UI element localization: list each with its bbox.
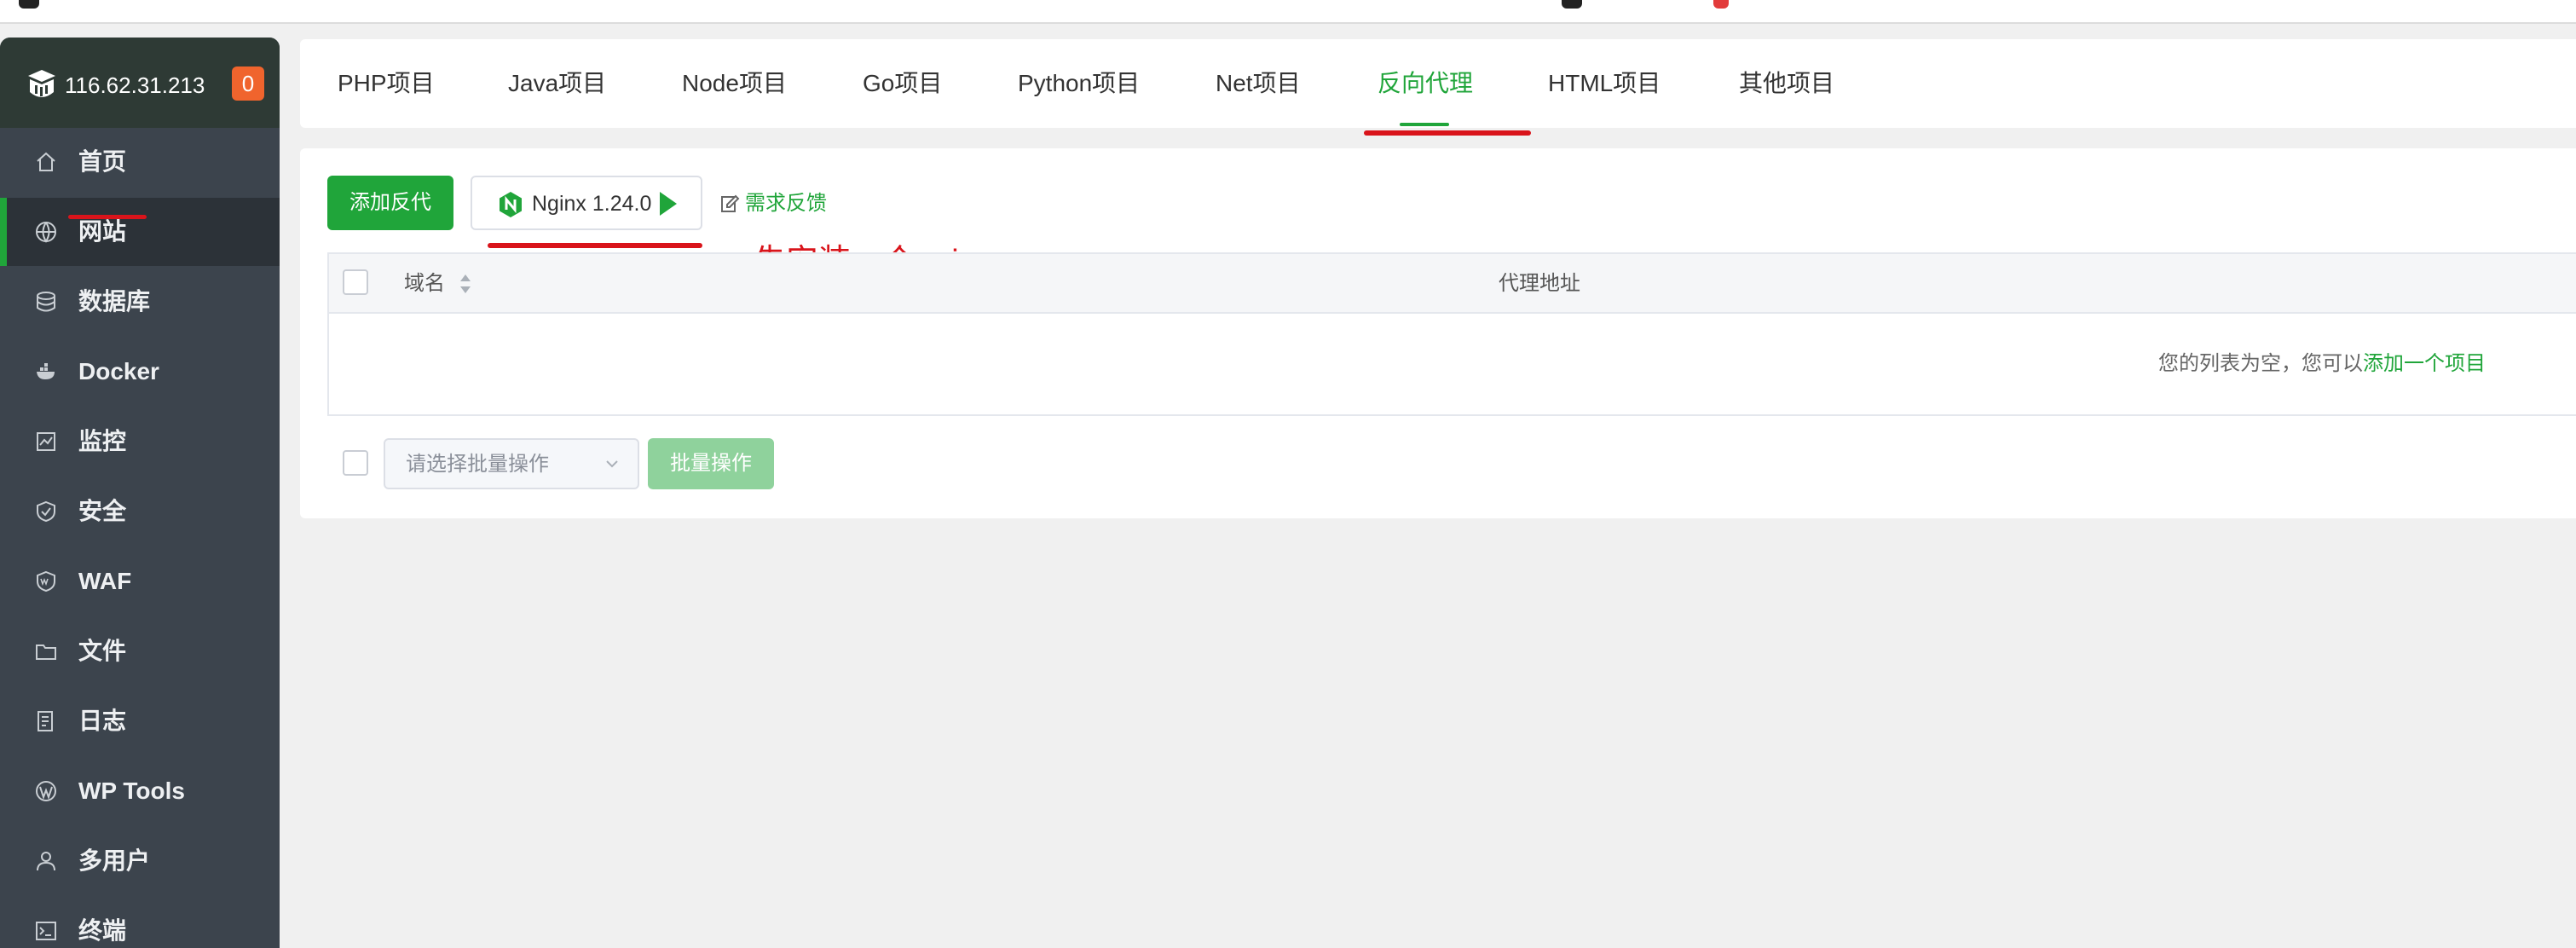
sidebar-item-label: 多用户 xyxy=(78,847,151,874)
sidebar-item-label: 首页 xyxy=(78,148,127,175)
sidebar-item-2[interactable]: 数据库 xyxy=(0,268,280,336)
active-tab-indicator xyxy=(1400,123,1449,126)
docker-icon xyxy=(34,360,58,384)
annotation-underline-reverse-proxy xyxy=(1364,130,1531,136)
sidebar-item-6[interactable]: WAF xyxy=(0,547,280,616)
sidebar-item-7[interactable]: 文件 xyxy=(0,617,280,685)
shield-icon xyxy=(34,500,58,523)
tab-2[interactable]: Node项目 xyxy=(682,66,787,101)
sort-icon[interactable] xyxy=(457,271,474,297)
tab-3[interactable]: Go项目 xyxy=(863,66,942,101)
database-icon xyxy=(34,290,58,314)
monitor-icon xyxy=(34,430,58,454)
tab-6[interactable]: 反向代理 xyxy=(1378,66,1473,101)
nginx-logo-icon xyxy=(500,192,522,217)
sidebar: 116.62.31.213 0 首页网站数据库 Docker 监控安全 WAF 文件日志… xyxy=(0,38,280,948)
sidebar-item-1[interactable]: 网站 xyxy=(0,198,280,266)
sidebar-item-0[interactable]: 首页 xyxy=(0,128,280,196)
chevron-down-icon xyxy=(606,460,618,468)
top-fragment-icon xyxy=(19,0,39,9)
table-header: 域名 代理地址 xyxy=(329,254,2576,314)
sidebar-item-4[interactable]: 监控 xyxy=(0,408,280,476)
batch-operation-button[interactable]: 批量操作 xyxy=(648,438,774,489)
column-header-proxy-address: 代理地址 xyxy=(1499,272,1580,295)
annotation-underline-nginx xyxy=(488,243,702,248)
sidebar-item-label: 文件 xyxy=(78,638,127,664)
add-project-link[interactable]: 添加一个项目 xyxy=(2363,352,2486,375)
column-header-domain[interactable]: 域名 xyxy=(404,269,445,298)
tab-8[interactable]: 其他项目 xyxy=(1739,66,1834,101)
add-reverse-proxy-button[interactable]: 添加反代 xyxy=(327,176,453,230)
log-icon xyxy=(34,709,58,733)
server-ip[interactable]: 116.62.31.213 xyxy=(65,72,205,99)
globe-icon xyxy=(34,220,58,244)
empty-text: 您的列表为空，您可以 xyxy=(2158,352,2363,375)
batch-select-placeholder: 请选择批量操作 xyxy=(406,453,549,476)
sidebar-item-label: 日志 xyxy=(78,708,127,734)
empty-row: 您的列表为空，您可以添加一个项目 xyxy=(329,315,2576,416)
sidebar-header: 116.62.31.213 0 xyxy=(0,38,280,128)
waf-icon xyxy=(34,569,58,593)
sidebar-item-label: WAF xyxy=(78,568,132,594)
sidebar-item-label: 监控 xyxy=(78,428,127,454)
sidebar-item-9[interactable]: WP Tools xyxy=(0,757,280,825)
feedback-label: 需求反馈 xyxy=(745,192,827,215)
terminal-icon xyxy=(34,919,58,943)
annotation-underline-website xyxy=(68,215,147,219)
sidebar-item-8[interactable]: 日志 xyxy=(0,687,280,755)
sidebar-item-label: Docker xyxy=(78,358,159,384)
tab-0[interactable]: PHP项目 xyxy=(338,66,435,101)
sidebar-item-label: 终端 xyxy=(78,917,127,944)
wordpress-icon xyxy=(34,779,58,803)
server-logo-icon xyxy=(28,70,55,97)
sidebar-item-label: 网站 xyxy=(78,218,127,245)
nginx-version-label: Nginx 1.24.0 xyxy=(532,192,652,216)
sidebar-item-label: 安全 xyxy=(78,498,127,524)
top-fragment-icon xyxy=(1562,0,1582,9)
sidebar-item-3[interactable]: Docker xyxy=(0,338,280,406)
empty-message: 您的列表为空，您可以添加一个项目 xyxy=(2158,350,2486,379)
feedback-link[interactable]: 需求反馈 xyxy=(719,189,827,218)
sidebar-item-5[interactable]: 安全 xyxy=(0,477,280,546)
edit-icon xyxy=(721,194,740,212)
sidebar-item-label: 数据库 xyxy=(78,288,151,315)
tab-5[interactable]: Net项目 xyxy=(1216,66,1301,101)
tab-7[interactable]: HTML项目 xyxy=(1548,66,1661,101)
batch-select-checkbox[interactable] xyxy=(343,450,368,476)
users-icon xyxy=(34,849,58,873)
sidebar-item-10[interactable]: 多用户 xyxy=(0,827,280,895)
browser-top-strip xyxy=(0,0,2576,24)
notification-badge[interactable]: 0 xyxy=(232,66,264,101)
tab-1[interactable]: Java项目 xyxy=(508,66,606,101)
select-all-checkbox[interactable] xyxy=(343,269,368,295)
batch-operation-select[interactable]: 请选择批量操作 xyxy=(384,438,639,489)
sidebar-item-label: WP Tools xyxy=(78,777,185,804)
nginx-install-button[interactable]: Nginx 1.24.0 xyxy=(471,176,702,230)
home-icon xyxy=(34,150,58,174)
folder-icon xyxy=(34,639,58,663)
tab-4[interactable]: Python项目 xyxy=(1018,66,1140,101)
play-icon xyxy=(660,192,677,216)
sidebar-item-11[interactable]: 终端 xyxy=(0,897,280,948)
proxy-table: 域名 代理地址 您的列表为空，您可以添加一个项目 xyxy=(327,252,2576,416)
top-fragment-icon xyxy=(1713,0,1729,9)
